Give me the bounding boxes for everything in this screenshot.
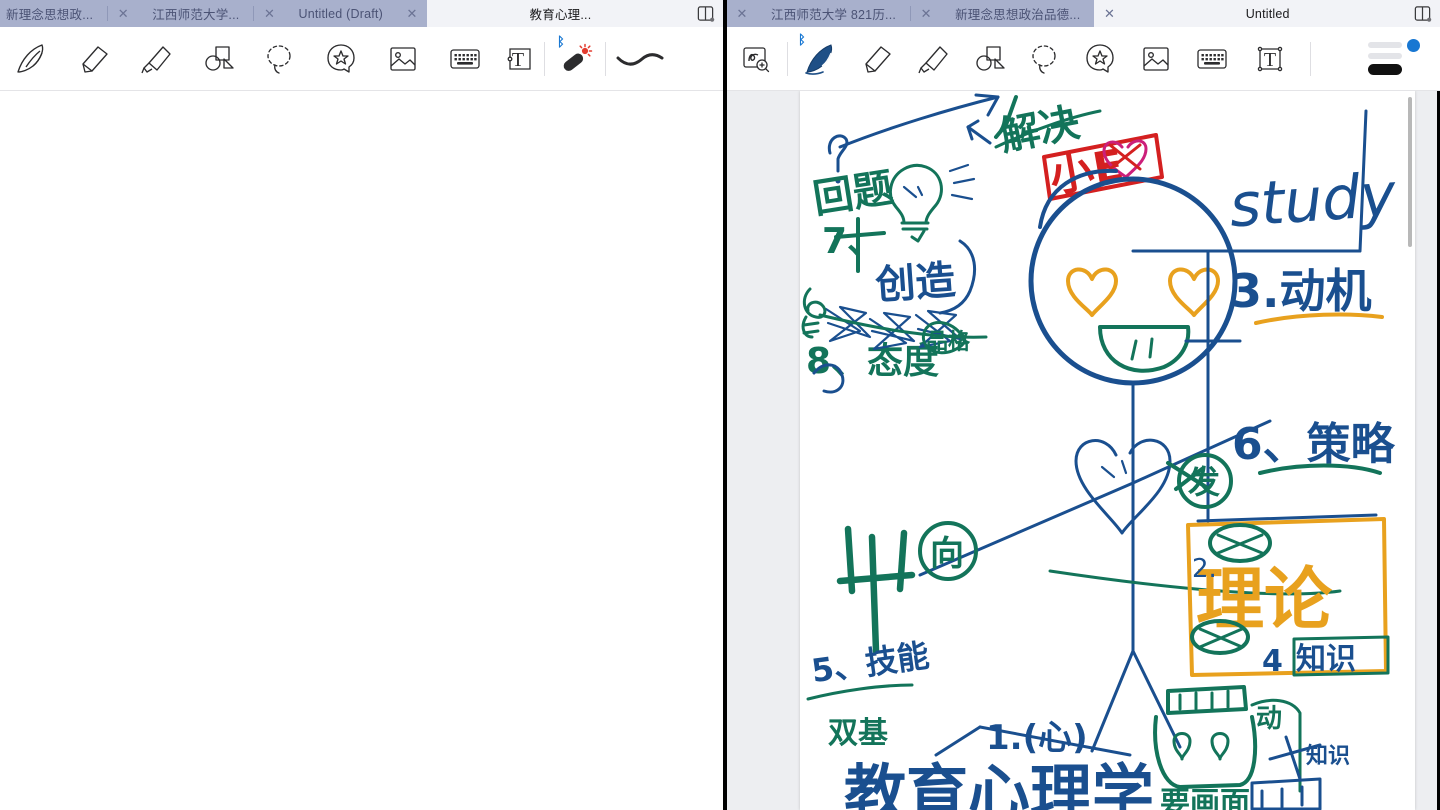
tab-right-1[interactable]: 新理念思想政治品德...	[941, 0, 1094, 27]
keyboard-tool[interactable]	[1184, 31, 1240, 87]
shapes-tool[interactable]	[960, 31, 1016, 87]
bluetooth-icon: ᛒ	[557, 33, 565, 49]
label-character: 品格	[926, 329, 971, 355]
eraser-tool[interactable]	[62, 31, 124, 87]
highlighter-tool[interactable]	[124, 31, 186, 87]
text-box-tool[interactable]: T	[496, 31, 540, 87]
tab-title: 新理念思想政治品德...	[955, 8, 1081, 22]
pen-color-swatch[interactable]	[1407, 38, 1420, 52]
label-knowledge-number: 4	[1262, 644, 1283, 679]
bluetooth-icon: ᛒ	[798, 31, 806, 47]
tab-close-right-1[interactable]: ✕	[911, 0, 941, 27]
tab-title: 江西师范大学 821历...	[771, 8, 897, 22]
paper-wrapper: .hb { fill:none; stroke:#1a4f8f; stroke-…	[727, 91, 1440, 810]
shapes-tool[interactable]	[186, 31, 248, 87]
handwriting-svg: .hb { fill:none; stroke:#1a4f8f; stroke-…	[801, 93, 1399, 810]
label-question: 回题	[810, 165, 896, 223]
label-study: study	[1227, 160, 1399, 242]
toolbar-divider-2	[1310, 41, 1311, 76]
sticker-tool[interactable]	[1072, 31, 1128, 87]
tab-close-right-2[interactable]: ✕	[1094, 0, 1125, 27]
split-screen-root: 新理念思想政... ✕ 江西师范大学... ✕ Untitled (Draft)…	[0, 0, 1440, 810]
tab-close-left-1[interactable]: ✕	[254, 0, 284, 27]
svg-text:T: T	[512, 49, 524, 71]
page-scrollbar[interactable]	[1408, 97, 1412, 247]
pen-tool[interactable]	[0, 31, 62, 87]
tab-left-3-active[interactable]: 教育心理...	[426, 0, 694, 27]
toolbar-divider-2	[605, 41, 606, 76]
circled-fa: 发	[1188, 463, 1220, 501]
left-tab-bar[interactable]: 新理念思想政... ✕ 江西师范大学... ✕ Untitled (Draft)…	[0, 0, 723, 27]
tab-title: Untitled (Draft)	[298, 6, 383, 21]
new-note-button[interactable]	[1411, 0, 1440, 27]
stroke-width-medium[interactable]	[1368, 53, 1402, 59]
label-theory-number: 2.	[1192, 554, 1217, 584]
stroke-preview[interactable]	[610, 39, 670, 79]
tab-close-left-0[interactable]: ✕	[108, 0, 138, 27]
stroke-width-thin[interactable]	[1368, 42, 1402, 48]
title-educational-psychology: 教育心理学	[844, 757, 1154, 810]
label-xin: 1.(心)	[986, 718, 1088, 758]
bottom-right-doodle: 要画面	[1160, 786, 1250, 810]
tab-title: 新理念思想政...	[6, 8, 94, 22]
sticker-tool[interactable]	[310, 31, 372, 87]
svg-text:T: T	[1264, 49, 1276, 71]
tab-close-left-2[interactable]: ✕	[397, 0, 427, 27]
toolbar-divider	[544, 41, 545, 76]
tab-title: 教育心理...	[529, 8, 592, 22]
right-window: ✕ 江西师范大学 821历... ✕ 新理念思想政治品德... ✕ Untitl…	[727, 0, 1440, 810]
image-tool[interactable]	[372, 31, 434, 87]
left-toolbar[interactable]: T ᛒ	[0, 27, 723, 91]
tab-title: 江西师范大学...	[152, 8, 240, 22]
label-knowledge: 知识	[1296, 642, 1356, 677]
tab-left-1[interactable]: 江西师范大学...	[138, 0, 253, 27]
left-window: 新理念思想政... ✕ 江西师范大学... ✕ Untitled (Draft)…	[0, 0, 723, 810]
circled-xiang: 向	[930, 534, 964, 574]
bottom-right-knowledge: 知识	[1306, 743, 1350, 769]
zoom-write-tool[interactable]	[727, 31, 783, 87]
keyboard-tool[interactable]	[434, 31, 496, 87]
eraser-tool[interactable]	[848, 31, 904, 87]
tab-right-2-active[interactable]: Untitled	[1124, 0, 1411, 27]
label-shuangji: 双基	[828, 716, 888, 751]
numbering-7: 7、	[822, 221, 883, 262]
tab-left-2[interactable]: Untitled (Draft)	[284, 0, 396, 27]
right-tab-bar[interactable]: ✕ 江西师范大学 821历... ✕ 新理念思想政治品德... ✕ Untitl…	[727, 0, 1440, 27]
tab-close-right-0[interactable]: ✕	[727, 0, 757, 27]
label-creativity: 创造	[874, 258, 957, 309]
tab-title: Untitled	[1245, 6, 1290, 21]
highlighter-tool[interactable]	[904, 31, 960, 87]
label-dong: 动	[1256, 704, 1282, 734]
image-tool[interactable]	[1128, 31, 1184, 87]
note-canvas[interactable]: .hb { fill:none; stroke:#1a4f8f; stroke-…	[727, 91, 1440, 810]
right-toolbar[interactable]: ᛒ T	[727, 27, 1440, 91]
label-strategy: 6、策略	[1232, 419, 1396, 470]
text-box-tool[interactable]: T	[1240, 31, 1296, 87]
lasso-tool[interactable]	[248, 31, 310, 87]
note-page[interactable]: .hb { fill:none; stroke:#1a4f8f; stroke-…	[800, 91, 1415, 810]
label-skill: 5、技能	[809, 636, 931, 690]
tab-right-0[interactable]: 江西师范大学 821历...	[757, 0, 910, 27]
pen-settings-widget[interactable]	[1368, 37, 1426, 81]
label-motivation: 3.动机	[1230, 264, 1371, 318]
new-note-button[interactable]	[694, 0, 723, 27]
tab-left-0[interactable]: 新理念思想政...	[0, 0, 107, 27]
toolbar-divider	[787, 41, 788, 76]
stroke-width-thick[interactable]	[1368, 64, 1402, 75]
pen-tool[interactable]: ᛒ	[792, 31, 848, 87]
lasso-tool[interactable]	[1016, 31, 1072, 87]
laser-pointer-tool[interactable]: ᛒ	[549, 31, 601, 87]
